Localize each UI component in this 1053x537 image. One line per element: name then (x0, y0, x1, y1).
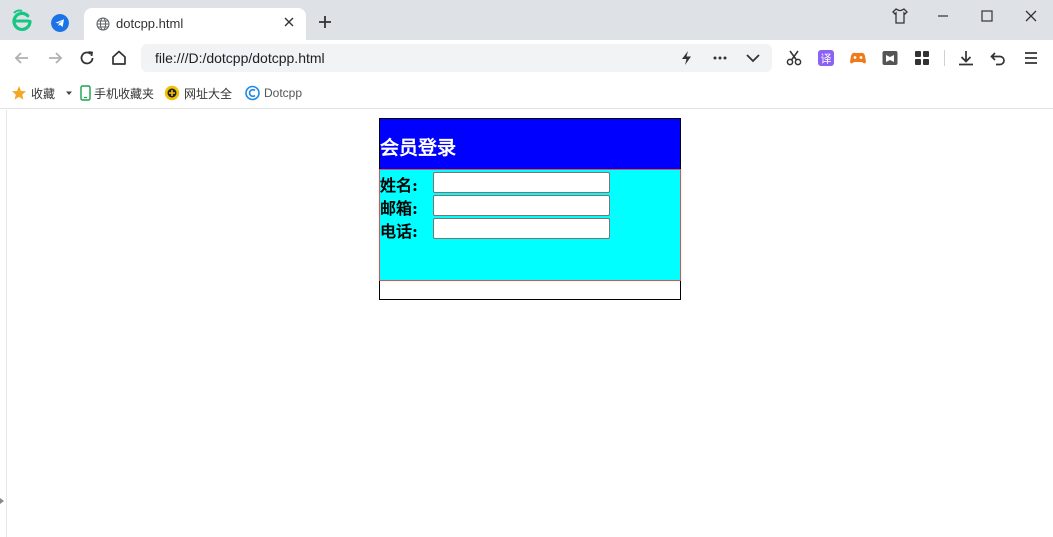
page-viewport: 会员登录 姓名: 邮箱: 电话: (0, 110, 1053, 537)
undo-icon[interactable] (988, 48, 1008, 68)
globe-icon (96, 17, 110, 31)
bookmark-label: 手机收藏夹 (94, 86, 155, 101)
tab-title: dotcpp.html (116, 16, 184, 31)
back-icon[interactable] (12, 48, 32, 68)
name-input[interactable] (433, 172, 610, 193)
new-tab-icon[interactable] (317, 14, 333, 30)
address-url[interactable]: file:///D:/dotcpp/dotcpp.html (155, 50, 325, 66)
login-form: 姓名: 邮箱: 电话: (379, 169, 681, 281)
sidebar-expand-icon[interactable] (0, 498, 4, 504)
maximize-icon[interactable] (977, 6, 997, 26)
toolbar: file:///D:/dotcpp/dotcpp.html 译 (0, 40, 1053, 76)
login-panel: 会员登录 姓名: 邮箱: 电话: (379, 118, 681, 300)
login-title: 会员登录 (380, 137, 457, 159)
download-icon[interactable] (956, 48, 976, 68)
gamepad-icon[interactable] (848, 48, 868, 68)
phone-row: 电话: (380, 217, 640, 241)
translate-icon[interactable]: 译 (816, 48, 836, 68)
close-window-icon[interactable] (1021, 6, 1041, 26)
apps-grid-icon[interactable] (912, 48, 932, 68)
email-label: 邮箱: (380, 199, 418, 218)
bookmark-dotcpp[interactable]: Dotcpp (245, 84, 302, 102)
address-bar[interactable]: file:///D:/dotcpp/dotcpp.html (141, 44, 772, 72)
telegram-icon[interactable] (51, 14, 69, 32)
bookmarks-bar: 收藏 手机收藏夹 网址大全 Dotcpp (0, 76, 1053, 109)
name-row: 姓名: (380, 171, 640, 195)
reading-mode-icon[interactable] (880, 48, 900, 68)
menu-icon[interactable] (1021, 48, 1041, 68)
dotcpp-logo-icon (245, 85, 260, 101)
phone-input[interactable] (433, 218, 610, 239)
web-directory-icon (164, 85, 180, 101)
svg-text:译: 译 (821, 53, 832, 66)
browser-logo-icon[interactable] (10, 9, 34, 33)
chevron-down-icon[interactable] (744, 50, 762, 66)
more-options-icon[interactable] (711, 50, 729, 66)
home-icon[interactable] (109, 48, 129, 68)
star-icon (12, 86, 26, 100)
name-label: 姓名: (380, 176, 418, 195)
email-input[interactable] (433, 195, 610, 216)
forward-icon[interactable] (45, 48, 65, 68)
toolbar-separator (944, 50, 945, 66)
phone-icon (80, 85, 91, 101)
skin-shirt-icon[interactable] (890, 6, 910, 26)
minimize-icon[interactable] (933, 6, 953, 26)
bookmark-web-directory[interactable]: 网址大全 (164, 84, 232, 102)
login-header: 会员登录 (380, 119, 680, 170)
reload-icon[interactable] (77, 48, 97, 68)
sidebar-divider (6, 110, 7, 537)
bookmark-label: 收藏 (31, 86, 56, 101)
bookmark-label: 网址大全 (184, 86, 233, 101)
bookmark-mobile-favorites[interactable]: 手机收藏夹 (80, 84, 154, 102)
caret-down-icon[interactable] (64, 88, 74, 98)
email-row: 邮箱: (380, 194, 640, 218)
tab-active[interactable]: dotcpp.html (84, 8, 306, 40)
close-tab-icon[interactable] (281, 14, 297, 30)
phone-label: 电话: (380, 222, 418, 241)
scissors-icon[interactable] (784, 48, 804, 68)
tab-strip: dotcpp.html (0, 0, 1053, 40)
bookmark-label: Dotcpp (264, 86, 303, 100)
bookmark-favorites[interactable]: 收藏 (11, 84, 78, 102)
lightning-icon[interactable] (678, 50, 696, 66)
